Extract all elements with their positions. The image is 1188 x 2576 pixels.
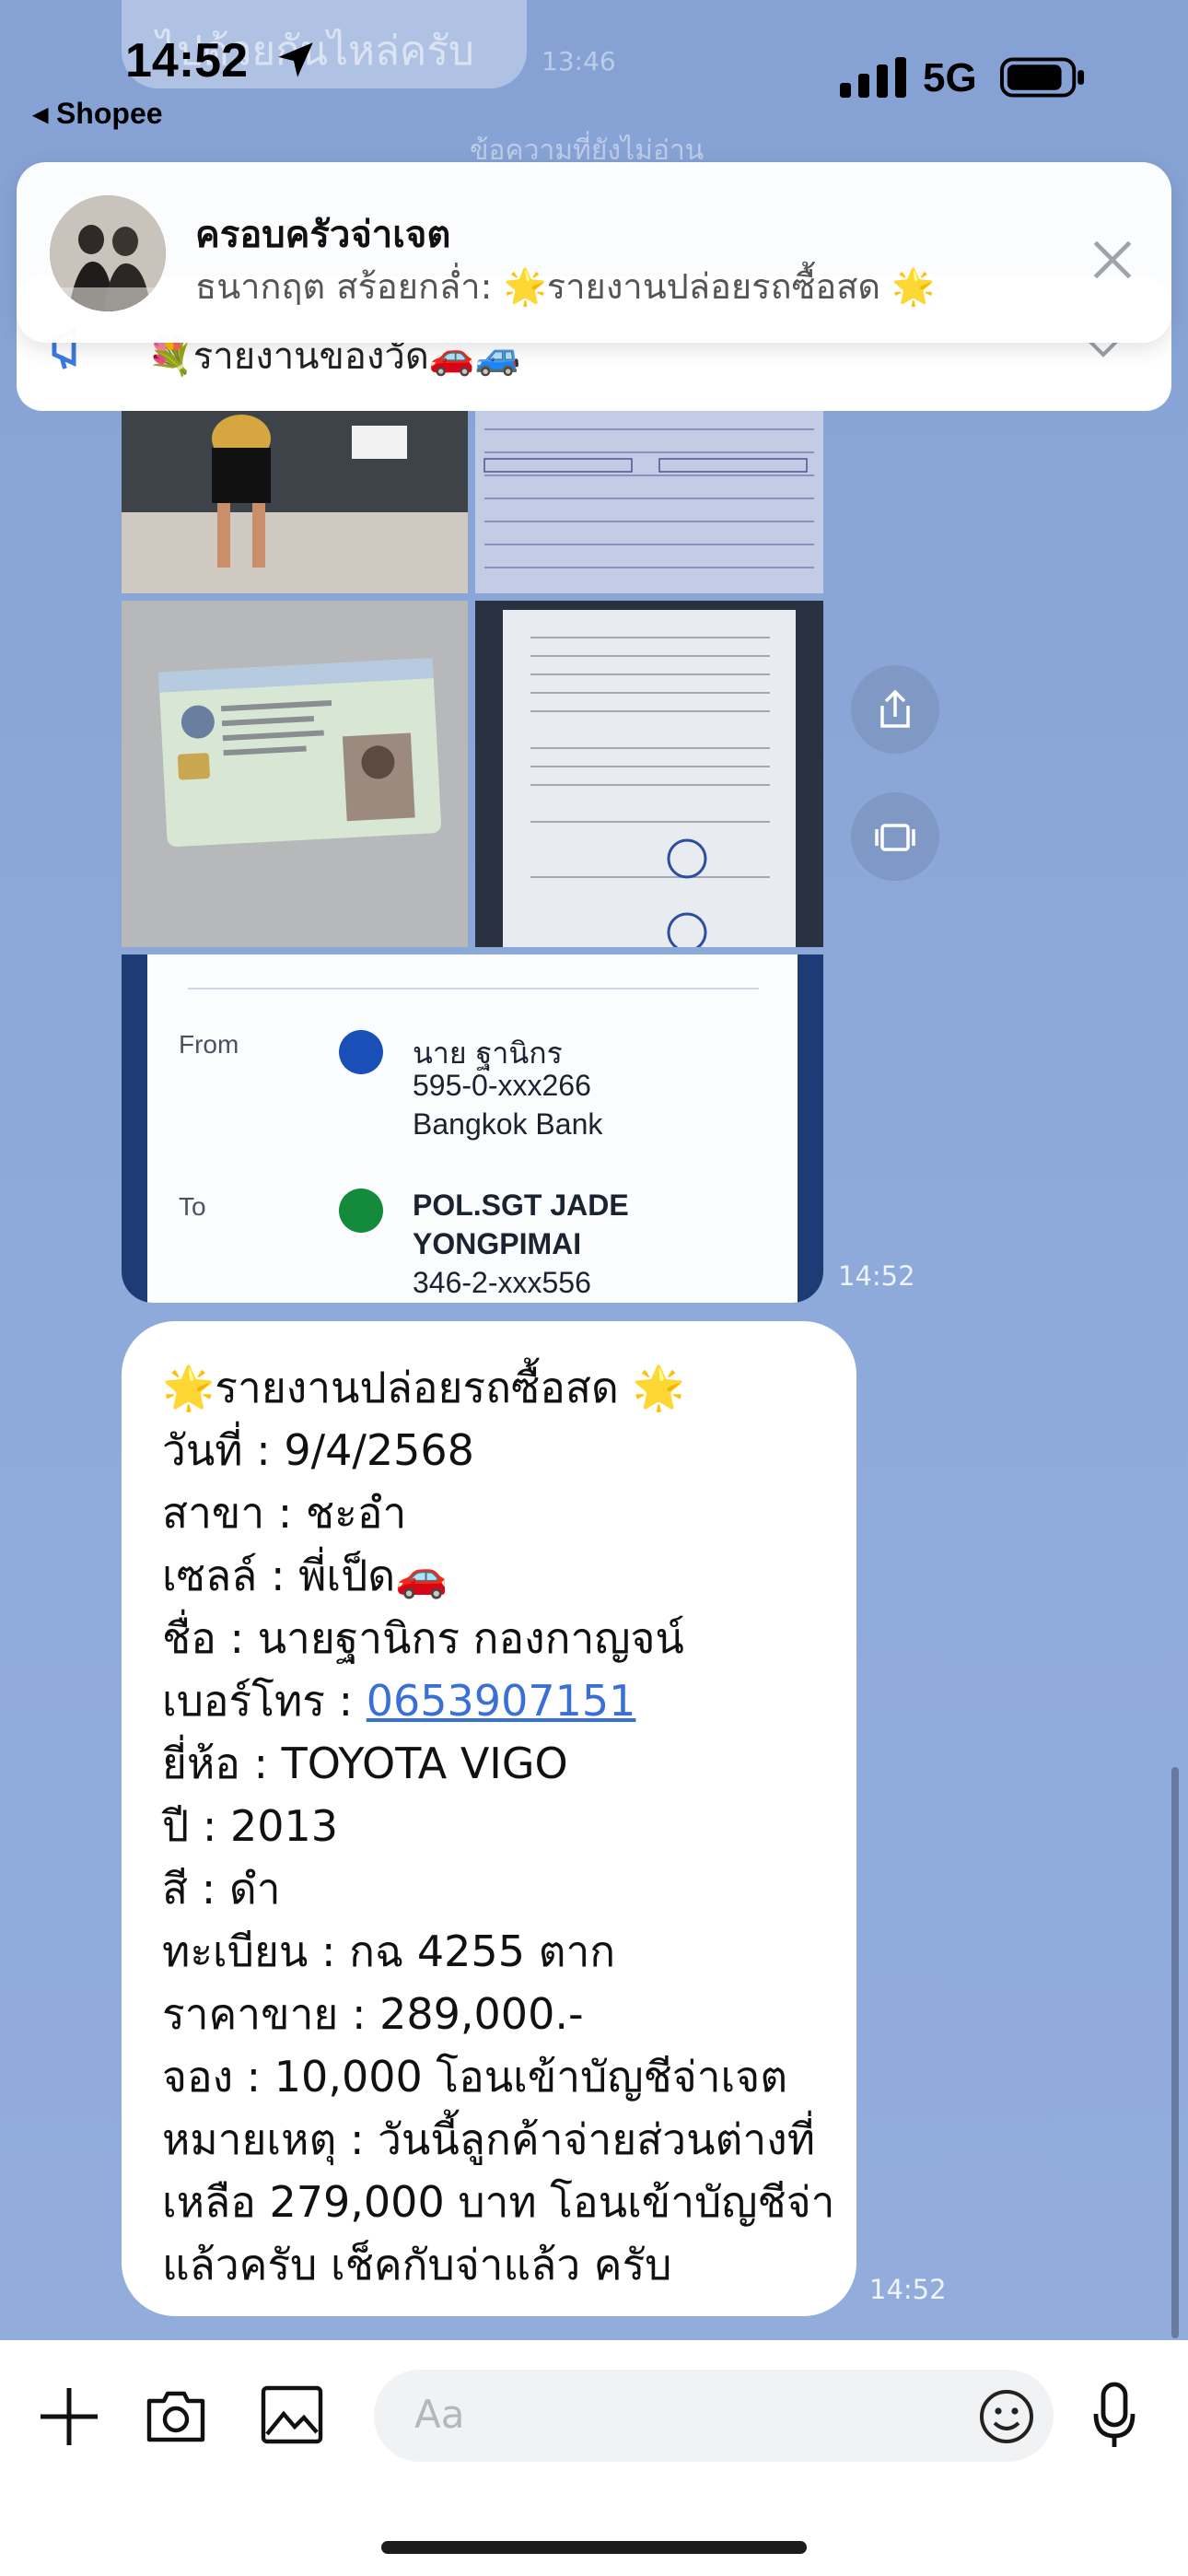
message-line: แล้วครับ เช็คกับจ่าแล้ว ครับ [162, 2240, 672, 2289]
bank-to-label: To [179, 1192, 206, 1221]
image-icon[interactable] [260, 2384, 324, 2445]
bank-from-bank: Bangkok Bank [413, 1107, 603, 1141]
message-line: 🌟รายงานปล่อยรถซื้อสด 🌟 [162, 1363, 685, 1412]
close-icon[interactable] [1087, 234, 1138, 286]
cellular-signal-icon [840, 57, 906, 98]
message-line: เซลล์ : พี่เป็ด🚗 [162, 1551, 448, 1600]
registration-document-photo[interactable] [475, 411, 823, 593]
bank-to-account: 346-2-xxx556 [413, 1266, 591, 1299]
gallery-button[interactable] [851, 792, 939, 881]
group-avatar [50, 195, 166, 311]
emoji-icon[interactable] [978, 2388, 1035, 2445]
bank-to-name-line1: POL.SGT JADE [413, 1188, 629, 1222]
notification-title: ครอบครัวจ่าเจต [195, 214, 451, 256]
message-line: ปี : 2013 [162, 1801, 339, 1851]
status-time: 14:52 [125, 34, 248, 88]
microphone-icon[interactable] [1090, 2381, 1138, 2451]
image-message-time: 14:52 [838, 1260, 915, 1292]
message-input-placeholder: Aa [414, 2392, 465, 2437]
car-photo[interactable] [122, 411, 468, 593]
location-arrow-icon [278, 42, 313, 77]
gallery-icon [875, 824, 915, 851]
krungthai-bank-logo [339, 1188, 383, 1233]
message-bubble[interactable]: 🌟รายงานปล่อยรถซื้อสด 🌟 วันที่ : 9/4/2568… [122, 1321, 856, 2316]
battery-icon [1000, 57, 1085, 98]
message-line: สาขา : ชะอำ [162, 1488, 407, 1538]
message-line: ชื่อ : นายฐานิกร กองกาญจน์ [162, 1613, 684, 1663]
message-line: เหลือ 279,000 บาท โอนเข้าบัญชีจ่า [162, 2177, 835, 2227]
message-line: ราคาขาย : 289,000.- [162, 1989, 584, 2039]
camera-icon[interactable] [144, 2386, 208, 2445]
notification-body: ธนากฤต สร้อยกล่ำ: 🌟รายงานปล่อยรถซื้อสด 🌟 [195, 266, 936, 307]
share-icon [880, 689, 910, 728]
message-line: วันที่ : 9/4/2568 [162, 1425, 474, 1475]
previous-message-time: 13:46 [542, 46, 616, 76]
back-to-app-link[interactable]: ◂ Shopee [33, 96, 163, 131]
bank-from-account: 595-0-xxx266 [413, 1069, 591, 1102]
notification-banner[interactable] [17, 162, 1171, 343]
phone-label: เบอร์โทร : [162, 1676, 367, 1726]
bank-from-label: From [179, 1030, 239, 1059]
bank-to-name-line2: YONGPIMAI [413, 1227, 582, 1260]
message-line: หมายเหตุ : วันนี้ลูกค้าจ่ายส่วนต่างที่ [162, 2114, 816, 2164]
message-line: ยี่ห้อ : TOYOTA VIGO [162, 1739, 568, 1788]
bank-transfer-slip-photo[interactable]: From นาย ฐานิกร 595-0-xxx266 Bangkok Ban… [122, 954, 823, 1303]
contract-document-photo[interactable] [475, 601, 823, 947]
share-button[interactable] [851, 665, 939, 754]
message-input[interactable] [374, 2370, 1054, 2462]
text-message-time: 14:52 [869, 2274, 947, 2305]
network-type: 5G [923, 55, 977, 100]
message-line: จอง : 10,000 โอนเข้าบัญชีจ่าเจต [162, 2052, 788, 2102]
plus-icon[interactable] [37, 2384, 101, 2449]
scrollbar[interactable] [1171, 1767, 1179, 2338]
message-line-phone: เบอร์โทร : 0653907151 [162, 1668, 635, 1735]
message-line: สี : ดำ [162, 1864, 281, 1914]
message-line: ทะเบียน : กฉ 4255 ตาก [162, 1926, 616, 1976]
phone-number-link[interactable]: 0653907151 [367, 1676, 636, 1726]
home-indicator[interactable] [381, 2541, 807, 2554]
bangkok-bank-logo [339, 1030, 383, 1074]
id-card-photo[interactable] [122, 601, 468, 947]
